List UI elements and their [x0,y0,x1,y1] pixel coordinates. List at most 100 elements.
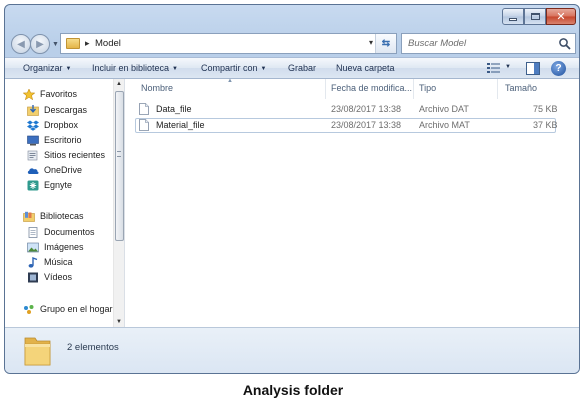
share-with-label: Compartir con [201,63,258,73]
back-arrow-icon: ◀ [17,38,25,50]
view-options-icon[interactable] [487,62,501,74]
search-input[interactable]: Buscar Model [401,33,576,54]
sidebar-item-label: Vídeos [44,272,73,282]
sidebar-item-documents[interactable]: Documentos [27,225,95,239]
file-name: Data_file [156,104,192,114]
dropbox-icon [27,120,39,131]
maximize-button[interactable] [524,8,546,25]
view-dropdown-icon[interactable]: ▼ [505,64,511,70]
homegroup-icon [24,304,34,314]
file-row[interactable]: Data_file 23/08/2017 13:38 Archivo DAT 7… [135,102,558,117]
organize-menu[interactable]: Organizar ▼ [23,63,71,73]
refresh-button[interactable]: ⇆ [375,34,396,53]
search-icon[interactable] [558,37,572,51]
item-count: 2 elementos [67,342,119,353]
file-name: Material_file [156,120,205,130]
chevron-down-icon: ▼ [172,66,178,72]
recent-places-icon [27,150,38,160]
sidebar-group-libraries[interactable]: Bibliotecas [23,209,84,223]
sort-ascending-icon: ▲ [227,78,233,84]
minimize-button[interactable] [502,8,524,25]
breadcrumb-current[interactable]: Model [95,38,121,49]
organize-label: Organizar [23,63,63,73]
sidebar-item-label: Escritorio [44,135,82,145]
include-library-menu[interactable]: Incluir en biblioteca ▼ [92,63,178,73]
recent-locations-dropdown[interactable]: ▼ [52,41,59,48]
column-divider[interactable] [413,79,414,99]
sidebar-item-dropbox[interactable]: Dropbox [27,118,78,132]
column-header-type[interactable]: Tipo [419,83,436,93]
sidebar-item-label: OneDrive [44,165,83,175]
sidebar-item-pictures[interactable]: Imágenes [27,240,84,254]
preview-pane-icon[interactable] [526,62,540,75]
sidebar-item-label: Sitios recientes [44,150,106,160]
file-icon [139,119,149,131]
help-icon[interactable]: ? [551,61,566,76]
address-dropdown-icon[interactable]: ▾ [369,38,373,47]
scrollbar-grip [117,151,121,157]
sidebar-item-label: Descargas [44,105,88,115]
sidebar-item-downloads[interactable]: Descargas [27,103,87,117]
breadcrumb-separator-icon[interactable]: ▸ [85,38,90,49]
sidebar-item-label: Egnyte [44,180,73,190]
content-area: Favoritos Descargas Dropbox Escritorio S… [5,78,579,327]
file-size: 37 KB [533,120,558,130]
folder-icon [66,38,80,49]
sidebar-scrollbar[interactable]: ▲ ▼ [113,79,124,327]
folder-icon [24,337,51,366]
sidebar-group-label: Favoritos [40,89,78,99]
sidebar-item-onedrive[interactable]: OneDrive [27,163,82,177]
burn-button[interactable]: Grabar [288,63,316,73]
address-bar[interactable]: ▸ Model ▾ ⇆ [60,33,397,54]
back-button[interactable]: ◀ [11,34,31,54]
include-library-label: Incluir en biblioteca [92,63,170,73]
sidebar-item-music[interactable]: Música [27,255,73,269]
scroll-up-icon[interactable]: ▲ [116,81,122,87]
share-with-menu[interactable]: Compartir con ▼ [201,63,266,73]
sidebar-item-label: Imágenes [44,242,84,252]
new-folder-button[interactable]: Nueva carpeta [336,63,395,73]
close-icon: ✕ [556,10,566,23]
sidebar-item-label: Grupo en el hogar [40,304,113,314]
file-type: Archivo DAT [419,104,469,114]
sidebar-item-egnyte[interactable]: Egnyte [27,178,72,192]
column-divider[interactable] [497,79,498,99]
column-header-size[interactable]: Tamaño [505,83,537,93]
scroll-down-icon[interactable]: ▼ [116,319,122,325]
forward-button[interactable]: ▶ [30,34,50,54]
minimize-icon [509,17,517,21]
column-header-name[interactable]: Nombre [141,83,173,93]
sidebar-item-recent-places[interactable]: Sitios recientes [27,148,105,162]
sidebar-item-label: Música [44,257,73,267]
file-size: 75 KB [533,104,558,114]
music-icon [28,256,38,268]
close-button[interactable]: ✕ [546,8,576,25]
figure-caption: Analysis folder [242,382,344,398]
command-bar: Organizar ▼ Incluir en biblioteca ▼ Compar… [5,57,579,79]
search-placeholder: Buscar Model [408,38,467,49]
navigation-pane: Favoritos Descargas Dropbox Escritorio S… [5,79,125,327]
file-row-selected[interactable]: Material_file 23/08/2017 13:38 Archivo M… [135,118,558,133]
desktop-icon [27,135,39,145]
sidebar-item-videos[interactable]: Vídeos [27,270,72,284]
forward-arrow-icon: ▶ [36,38,44,50]
pictures-icon [27,242,39,252]
sidebar-group-favorites[interactable]: Favoritos [23,87,77,101]
navigation-bar: ◀ ▶ ▼ ▸ Model ▾ ⇆ Buscar Model [5,31,579,57]
onedrive-icon [27,167,39,174]
documents-icon [28,226,38,238]
scrollbar-thumb[interactable] [115,91,124,241]
sidebar-item-desktop[interactable]: Escritorio [27,133,82,147]
chevron-down-icon: ▼ [260,66,267,72]
egnyte-icon [27,180,39,190]
explorer-window: ✕ ◀ ▶ ▼ ▸ Model ▾ ⇆ Buscar Model Organiz… [4,4,580,374]
sidebar-item-homegroup[interactable]: Grupo en el hogar [23,302,113,316]
column-divider[interactable] [325,79,326,99]
chevron-down-icon: ▼ [65,66,72,72]
title-bar: ✕ [5,5,579,31]
column-header-date[interactable]: Fecha de modifica... [331,83,412,93]
file-icon [139,103,149,115]
details-pane: 2 elementos [5,327,579,373]
maximize-icon [530,13,540,20]
file-type: Archivo MAT [419,120,470,130]
